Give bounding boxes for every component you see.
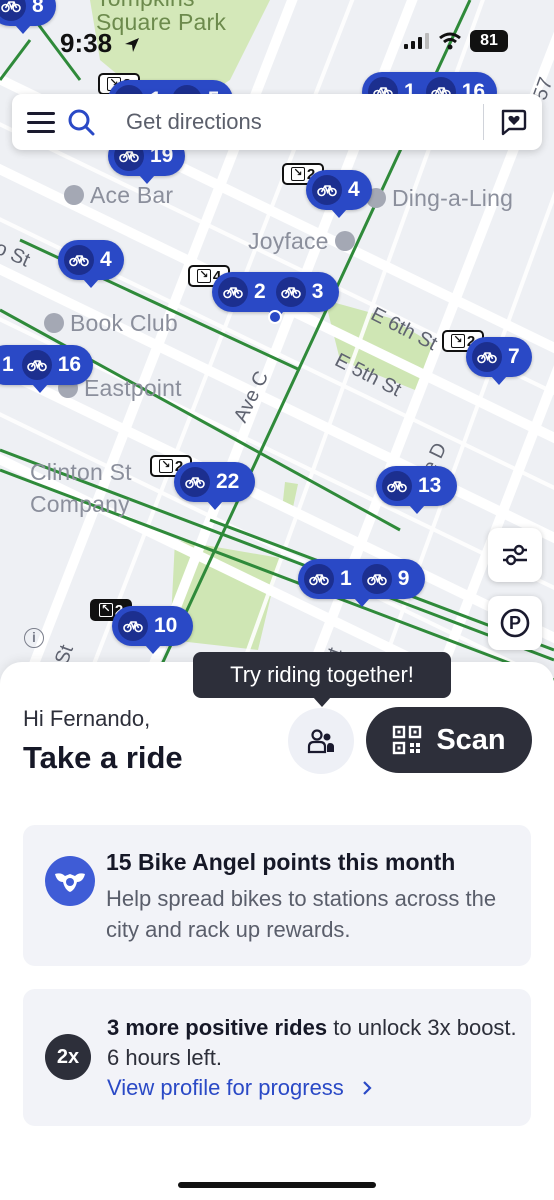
bike-icon: [64, 245, 94, 275]
group-riders-icon: [307, 729, 334, 754]
search-icon: [64, 94, 98, 150]
ding-a-ling-label[interactable]: Ding-a-Ling: [366, 185, 513, 212]
map-info-icon[interactable]: i: [24, 628, 44, 648]
ride-together-button[interactable]: [288, 708, 354, 774]
wifi-icon: [439, 32, 461, 50]
directions-search-input[interactable]: [98, 109, 483, 135]
ride-together-tooltip: Try riding together!: [193, 652, 451, 707]
battery-indicator: 81: [470, 30, 508, 52]
book-club-label[interactable]: Book Club: [44, 310, 178, 337]
parking-button[interactable]: P: [488, 596, 542, 650]
home-indicator: [178, 1182, 376, 1188]
station-pin[interactable]: 1 9: [298, 559, 426, 607]
boost-2x-badge: 2x: [45, 1034, 91, 1080]
search-bar[interactable]: [12, 94, 542, 150]
bike-angel-description: Help spread bikes to stations across the…: [106, 886, 497, 942]
bike-angel-card[interactable]: 15 Bike Angel points this month Help spr…: [23, 825, 531, 966]
clinton-street-company-label[interactable]: Clinton St Company: [30, 456, 132, 520]
bike-icon: [361, 564, 392, 594]
station-pin[interactable]: 22: [174, 462, 256, 510]
status-time: 9:38: [60, 28, 141, 59]
station-pin[interactable]: 8: [0, 0, 56, 34]
bike-angel-icon: [45, 856, 95, 906]
map-filter-button[interactable]: [488, 528, 542, 582]
bike-icon: [472, 342, 502, 372]
bike-icon: [21, 350, 52, 380]
view-profile-link[interactable]: View profile for progress: [107, 1075, 372, 1101]
bike-angel-title: 15 Bike Angel points this month: [106, 849, 456, 875]
station-pin[interactable]: 10: [112, 606, 194, 654]
bike-icon: [382, 471, 412, 501]
bike-icon: [275, 277, 306, 307]
bike-icon: [312, 175, 342, 205]
signal-icon: [404, 33, 429, 49]
bike-icon: [118, 611, 148, 641]
boost-description: 3 more positive rides to unlock 3x boost…: [107, 1015, 517, 1070]
bike-icon: [218, 277, 248, 307]
bike-icon: [304, 564, 334, 594]
station-pin[interactable]: 4: [306, 170, 372, 218]
bike-icon: [180, 467, 210, 497]
ace-bar-label[interactable]: Ace Bar: [64, 182, 173, 209]
station-pin[interactable]: 4: [58, 240, 124, 288]
qr-code-icon: [393, 725, 422, 755]
station-pin[interactable]: 7: [466, 337, 532, 385]
sliders-icon: [503, 544, 527, 566]
location-arrow-icon: [125, 38, 140, 53]
svg-text:P: P: [509, 613, 521, 633]
favorites-heart-icon[interactable]: [484, 94, 542, 150]
station-pin[interactable]: 1 16: [0, 345, 94, 393]
bike-icon: [0, 0, 26, 21]
station-pin[interactable]: 13: [376, 466, 458, 514]
station-pin[interactable]: 2 3: [212, 272, 340, 320]
status-bar: 9:38 81: [0, 28, 554, 58]
chevron-right-icon: [363, 1081, 372, 1095]
user-location-dot: [268, 310, 282, 324]
scan-button[interactable]: Scan: [366, 707, 532, 773]
menu-icon[interactable]: [12, 94, 64, 150]
boost-card[interactable]: 2x 3 more positive rides to unlock 3x bo…: [23, 989, 531, 1126]
page-title: Take a ride: [23, 740, 183, 775]
parking-icon: P: [500, 608, 530, 638]
joyface-label[interactable]: Joyface: [248, 228, 361, 255]
greeting: Hi Fernando,: [23, 706, 151, 731]
map[interactable]: Tompkins Square Park Ace Bar Ding-a-Ling…: [0, 0, 554, 700]
scan-label: Scan: [436, 723, 506, 756]
